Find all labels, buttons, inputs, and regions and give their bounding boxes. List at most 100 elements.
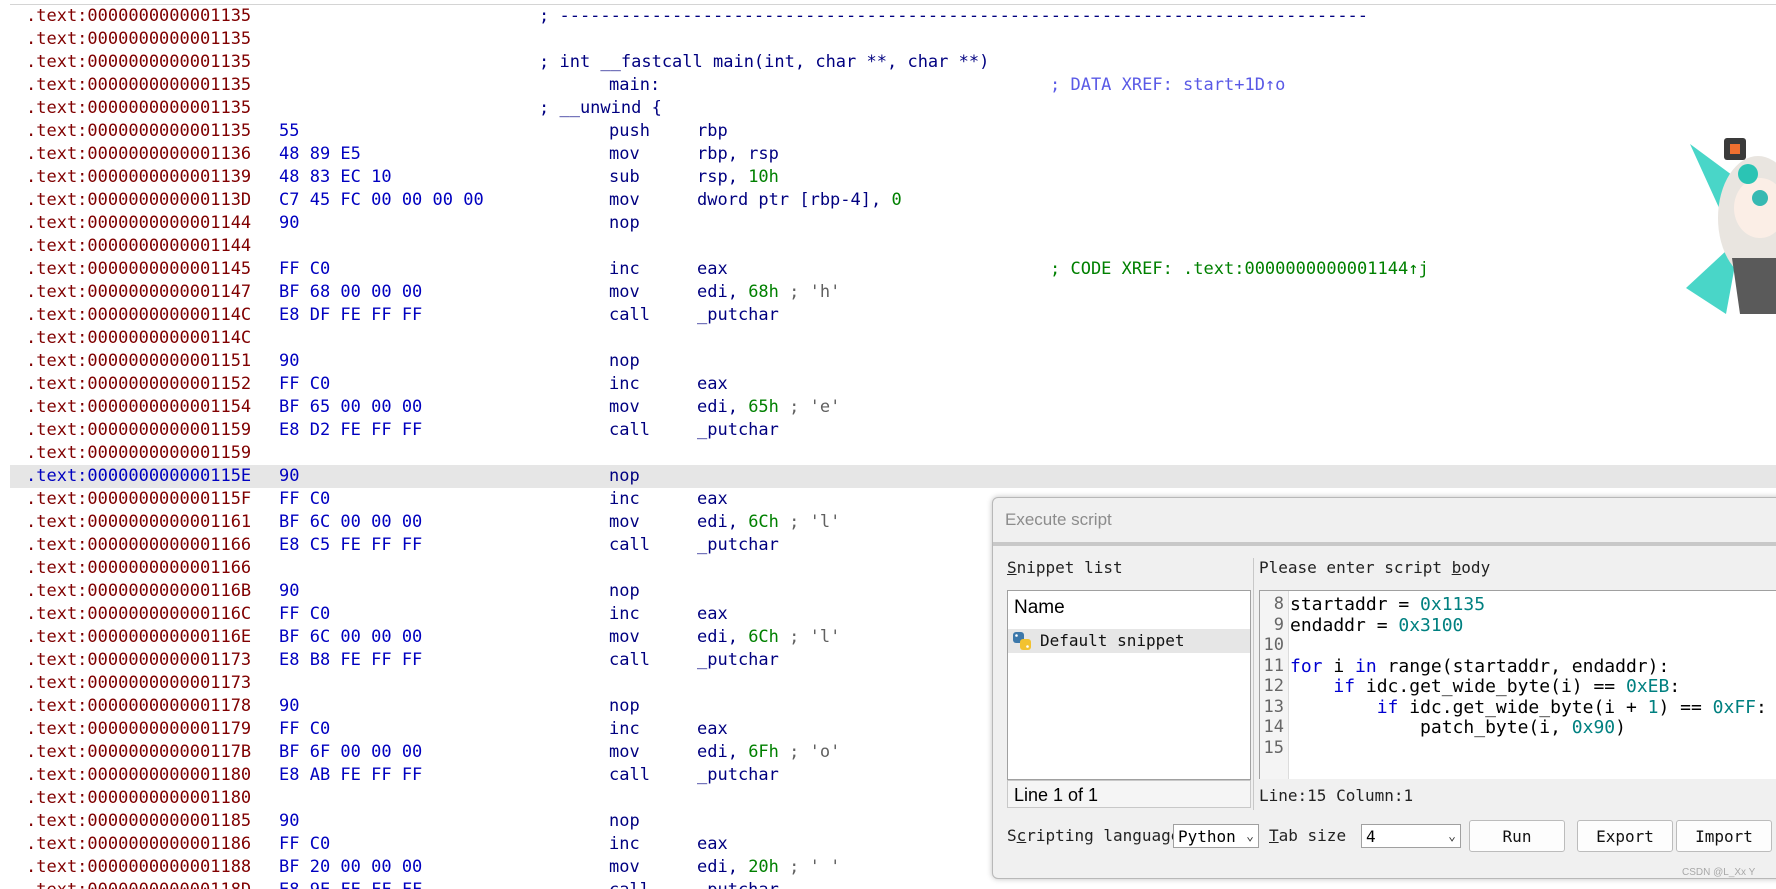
listing-row[interactable]: .text:000000000000118D E8 9E FE FF FF call… (10, 879, 1776, 889)
mnemonic: inc (609, 489, 640, 509)
watermark: CSDN @L_Xx Y (1682, 867, 1756, 878)
run-button[interactable]: Run (1469, 820, 1565, 852)
opcode-bytes: 90 (279, 696, 300, 716)
address: .text:0000000000001186 (26, 834, 252, 854)
listing-row[interactable]: .text:0000000000001135 ; int __fastcall m… (10, 51, 1776, 74)
mnemonic: mov (609, 144, 640, 164)
editor-cursor-status: Line:15 Column:1 (1259, 786, 1414, 805)
opcode-bytes: BF 20 00 00 00 (279, 857, 423, 877)
mnemonic: mov (609, 742, 640, 762)
address: .text:0000000000001135 (26, 75, 252, 95)
scripting-language-label: Scripting language (1007, 826, 1181, 845)
snippet-list-item[interactable]: Default snippet (1008, 629, 1250, 653)
listing-row[interactable]: .text:0000000000001152 FF C0 inc eax (10, 373, 1776, 396)
listing-row[interactable]: .text:0000000000001151 90 nop (10, 350, 1776, 373)
operand-text: _putchar (697, 880, 779, 889)
listing-row[interactable]: .text:0000000000001139 48 83 EC 10 sub rsp,… (10, 166, 1776, 189)
operands: rbp (697, 120, 728, 143)
listing-row[interactable]: .text:0000000000001135 55 push rbp (10, 120, 1776, 143)
python-icon (1013, 632, 1031, 650)
code-token: : (1756, 696, 1767, 718)
operands: _putchar (697, 304, 779, 327)
comment: ; --------------------------------------… (539, 6, 1369, 26)
listing-row[interactable]: .text:0000000000001135 ; __unwind { (10, 97, 1776, 120)
opcode-bytes: C7 45 FC 00 00 00 00 (279, 190, 484, 210)
address: .text:0000000000001135 (26, 6, 252, 26)
mnemonic: inc (609, 719, 640, 739)
opcode-bytes: E8 9E FE FF FF (279, 879, 422, 889)
listing-row[interactable]: .text:000000000000113D C7 45 FC 00 00 00 … (10, 189, 1776, 212)
char-comment: ; 'o' (778, 742, 841, 762)
mnemonic: inc (609, 604, 640, 624)
script-editor[interactable]: 8 startaddr = 0x1135 9 endaddr = 0x3100 10 11… (1259, 590, 1776, 779)
scripting-language-select[interactable]: Python ⌄ (1173, 824, 1259, 848)
export-button[interactable]: Export (1577, 820, 1673, 852)
listing-row[interactable]: .text:0000000000001159 (10, 442, 1776, 465)
mnemonic: nop (609, 581, 640, 601)
number-token: 0xEB (1625, 676, 1670, 697)
listing-row[interactable]: .text:0000000000001154 BF 65 00 00 00 mov e… (10, 396, 1776, 419)
operand-text: dword ptr [rbp-4], (697, 190, 892, 210)
address: .text:0000000000001139 (26, 167, 252, 187)
number-token: 0x3100 (1398, 614, 1464, 636)
import-button[interactable]: Import (1676, 820, 1772, 852)
listing-row[interactable]: .text:0000000000001135 (10, 28, 1776, 51)
script-body-label: Please enter script body (1259, 558, 1491, 577)
mnemonic: mov (609, 627, 640, 647)
listing-row[interactable]: .text:000000000000115E 90 nop (10, 465, 1776, 488)
mnemonic: call (609, 765, 650, 785)
listing-row[interactable]: .text:0000000000001159 E8 D2 FE FF FF call… (10, 419, 1776, 442)
chevron-down-icon: ⌄ (1448, 829, 1456, 844)
operands: _putchar (697, 879, 779, 889)
operand-text: _putchar (697, 305, 779, 325)
comment: ; __unwind { (539, 98, 662, 118)
listing-row[interactable]: .text:0000000000001147 BF 68 00 00 00 mov e… (10, 281, 1776, 304)
char-comment: ; ' ' (778, 857, 841, 877)
listing-row[interactable]: .text:000000000000114C E8 DF FE FF FF call… (10, 304, 1776, 327)
opcode-bytes: BF 65 00 00 00 (279, 397, 423, 417)
execute-script-dialog[interactable]: Execute script Snippet list Name Default… (992, 497, 1776, 879)
keyword-token: if (1376, 696, 1399, 718)
label: main: (609, 75, 661, 95)
tab-size-select[interactable]: 4 ⌄ (1361, 824, 1461, 848)
address: .text:000000000000115F (26, 489, 252, 509)
address: .text:0000000000001135 (26, 98, 252, 118)
char-comment: ; 'e' (778, 397, 841, 417)
operand-text: _putchar (697, 650, 779, 670)
operand-text: edi, (697, 397, 749, 417)
snippet-list[interactable]: Name Default snippet (1007, 590, 1251, 780)
tab-size-value: 4 (1366, 827, 1376, 846)
address: .text:0000000000001152 (26, 374, 252, 394)
opcode-bytes: FF C0 (279, 489, 331, 509)
code-line[interactable]: 15 (1260, 737, 1776, 760)
title-divider (993, 542, 1776, 546)
snippet-column-header[interactable]: Name (1014, 597, 1065, 619)
operands: eax (697, 258, 728, 281)
mnemonic: mov (609, 190, 640, 210)
operand-text: edi, (697, 282, 749, 302)
char-comment: ; 'l' (778, 512, 841, 532)
listing-row[interactable]: .text:000000000000114C (10, 327, 1776, 350)
opcode-bytes: FF C0 (279, 834, 331, 854)
immediate-value: 6Ch (748, 627, 779, 647)
operands: edi, 6Fh ; 'o' (697, 741, 840, 764)
address: .text:0000000000001159 (26, 420, 252, 440)
listing-row[interactable]: .text:0000000000001144 (10, 235, 1776, 258)
listing-row[interactable]: .text:0000000000001145 FF C0 inc eax ; CODE … (10, 258, 1776, 281)
listing-row[interactable]: .text:0000000000001144 90 nop (10, 212, 1776, 235)
address: .text:0000000000001180 (26, 765, 252, 785)
code-token: patch_byte(i, (1290, 717, 1572, 738)
operand-text: _putchar (697, 535, 779, 555)
comment: ; int __fastcall main(int, char **, char… (539, 52, 990, 72)
operands: _putchar (697, 764, 779, 787)
listing-row[interactable]: .text:0000000000001135 ; ----------------… (10, 5, 1776, 28)
address: .text:0000000000001136 (26, 144, 252, 164)
dialog-body: Snippet list Name Default snippet Line 1… (1001, 550, 1776, 878)
listing-row[interactable]: .text:0000000000001135 main: ; DATA XREF: … (10, 74, 1776, 97)
address: .text:000000000000115E (26, 466, 252, 486)
immediate-value: 0 (891, 190, 902, 210)
operands: dword ptr [rbp-4], 0 (697, 189, 902, 212)
operands: eax (697, 833, 728, 856)
listing-row[interactable]: .text:0000000000001136 48 89 E5 mov rbp, rs… (10, 143, 1776, 166)
splitter[interactable] (1253, 558, 1254, 810)
